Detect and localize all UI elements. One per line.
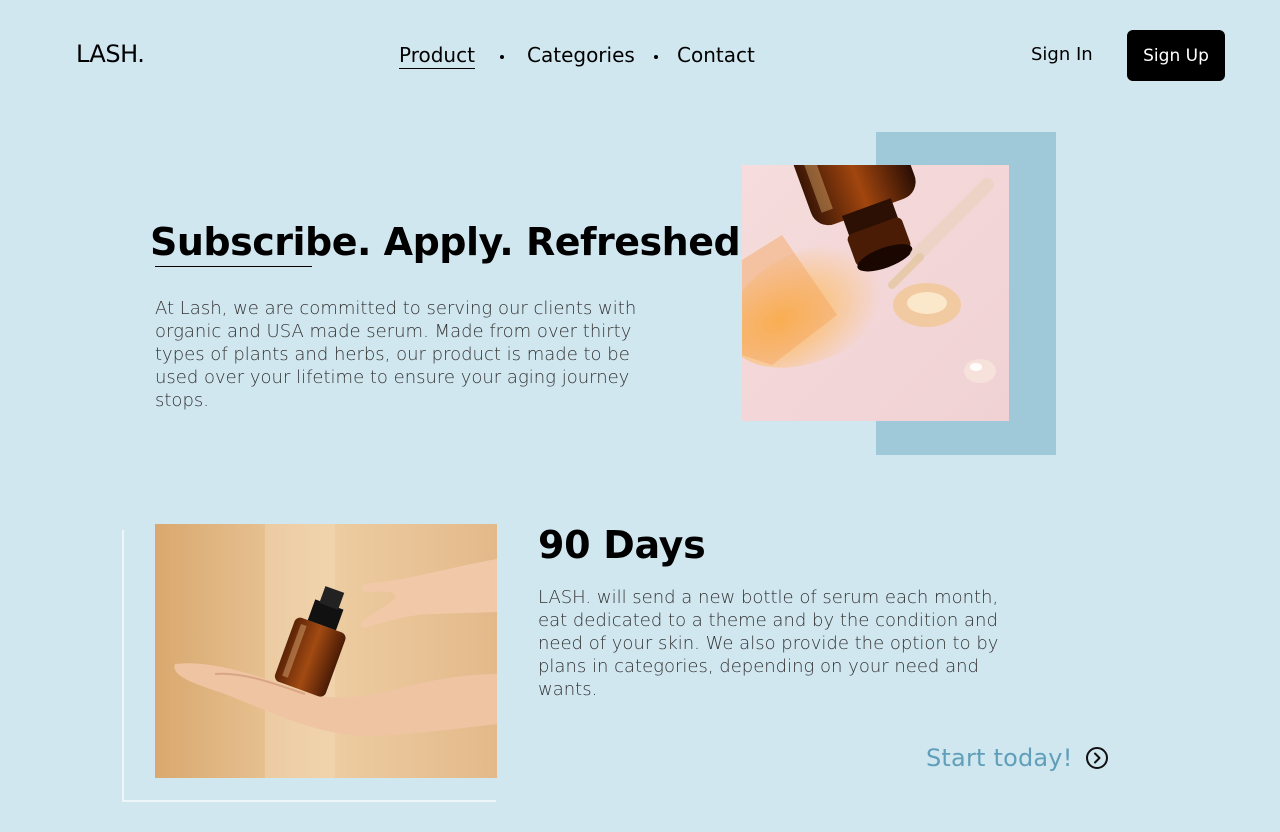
hero-title-rest: . Apply. Refreshed. — [357, 220, 755, 264]
hands-serum-photo — [155, 524, 497, 778]
start-today-link[interactable]: Start today! — [926, 744, 1109, 772]
nav-product[interactable]: Product — [399, 43, 475, 69]
hero-description: At Lash, we are committed to serving our… — [155, 298, 637, 411]
nav-contact[interactable]: Contact — [677, 43, 755, 67]
hero-title: Subscribe. Apply. Refreshed. — [150, 220, 755, 267]
feature-title: 90 Days — [538, 523, 706, 567]
sign-in-link[interactable]: Sign In — [1031, 44, 1093, 65]
feature-description: LASH. will send a new bottle of serum ea… — [538, 587, 999, 700]
nav-categories[interactable]: Categories — [527, 43, 635, 67]
nav-separator-dot — [654, 55, 658, 59]
hands-bottle-illustration — [155, 524, 497, 778]
hero-title-highlight: Subscribe — [150, 220, 358, 267]
landing-page: LASH. Product Categories Contact Sign In… — [0, 0, 1280, 832]
serum-dropper-photo — [742, 165, 1009, 421]
chevron-right-circle-icon — [1085, 747, 1108, 769]
start-today-label: Start today! — [926, 744, 1073, 772]
serum-dropper-illustration — [742, 165, 1009, 421]
sign-up-button[interactable]: Sign Up — [1127, 30, 1225, 81]
nav-separator-dot — [500, 55, 504, 59]
